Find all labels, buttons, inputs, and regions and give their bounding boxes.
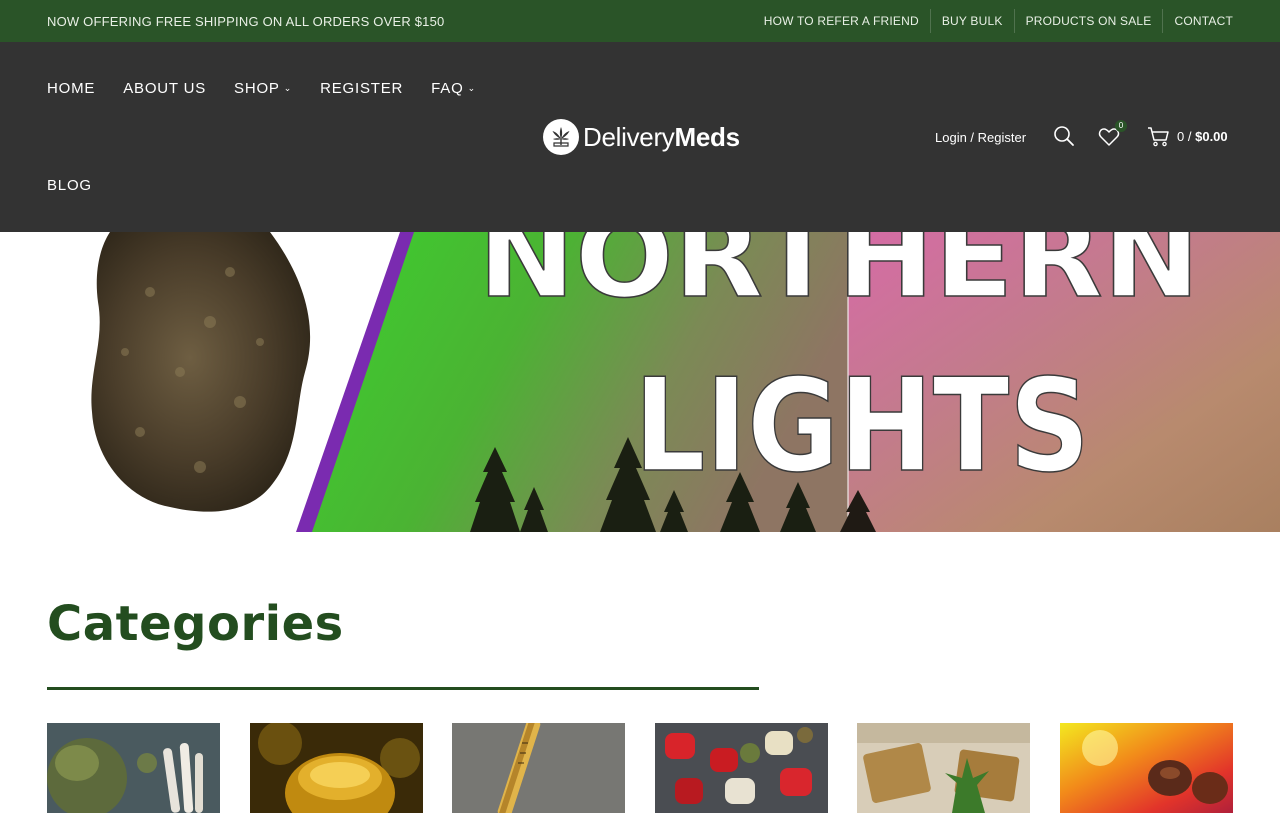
free-shipping-promo: NOW OFFERING FREE SHIPPING ON ALL ORDERS… [47, 14, 445, 29]
search-icon[interactable] [1052, 124, 1076, 148]
site-header: HOME ABOUT US SHOP ⌄ REGISTER FAQ ⌄ BLOG D… [0, 42, 1280, 232]
nav-home[interactable]: HOME [47, 80, 95, 97]
nav-blog[interactable]: BLOG [47, 177, 92, 194]
login-register-link[interactable]: Login / Register [935, 130, 1026, 145]
nav-about-us[interactable]: ABOUT US [123, 80, 206, 97]
hero-banner[interactable]: NORTHERN LIGHTS [0, 232, 1280, 532]
nav-faq-label: FAQ [431, 80, 464, 97]
chevron-down-icon: ⌄ [467, 83, 476, 93]
products-on-sale-link[interactable]: PRODUCTS ON SALE [1013, 9, 1163, 33]
top-announcement-bar: NOW OFFERING FREE SHIPPING ON ALL ORDERS… [0, 0, 1280, 42]
refer-friend-link[interactable]: HOW TO REFER A FRIEND [753, 9, 930, 33]
chevron-down-icon: ⌄ [283, 83, 293, 93]
hero-title-line2: LIGHTS [634, 352, 1090, 501]
contact-link[interactable]: CONTACT [1162, 9, 1233, 33]
nav-home-label: HOME [47, 80, 96, 97]
nav-shop[interactable]: SHOP ⌄ [234, 80, 292, 97]
top-links: HOW TO REFER A FRIEND BUY BULK PRODUCTS … [753, 0, 1233, 42]
cart-icon[interactable] [1147, 126, 1171, 148]
nav-faq[interactable]: FAQ ⌄ [431, 80, 476, 97]
categories-divider [47, 687, 759, 690]
nav-about-label: ABOUT US [123, 80, 207, 97]
main-nav: HOME ABOUT US SHOP ⌄ REGISTER FAQ ⌄ [47, 80, 504, 97]
hero-image: NORTHERN LIGHTS [0, 232, 1280, 532]
nav-register-label: REGISTER [320, 80, 404, 97]
cart-count: 0 [1177, 129, 1185, 144]
wishlist-count-badge: 0 [1115, 120, 1127, 132]
cart-total: $0.00 [1195, 129, 1228, 144]
buy-bulk-link[interactable]: BUY BULK [929, 9, 1014, 33]
hero-title-line1: NORTHERN [478, 232, 1200, 323]
site-logo[interactable]: DeliveryMeds [543, 119, 740, 155]
logo-text-light: Delivery [583, 121, 675, 152]
wishlist-button[interactable]: 0 [1097, 120, 1127, 149]
cart-summary[interactable]: 0 / $0.00 [1177, 129, 1228, 144]
nav-register[interactable]: REGISTER [320, 80, 403, 97]
categories-heading: Categories [47, 596, 344, 652]
nav-shop-label: SHOP [234, 80, 280, 97]
cannabis-leaf-icon [543, 119, 579, 155]
cart-separator: / [1187, 129, 1192, 144]
logo-text-bold: Meds [674, 121, 741, 152]
